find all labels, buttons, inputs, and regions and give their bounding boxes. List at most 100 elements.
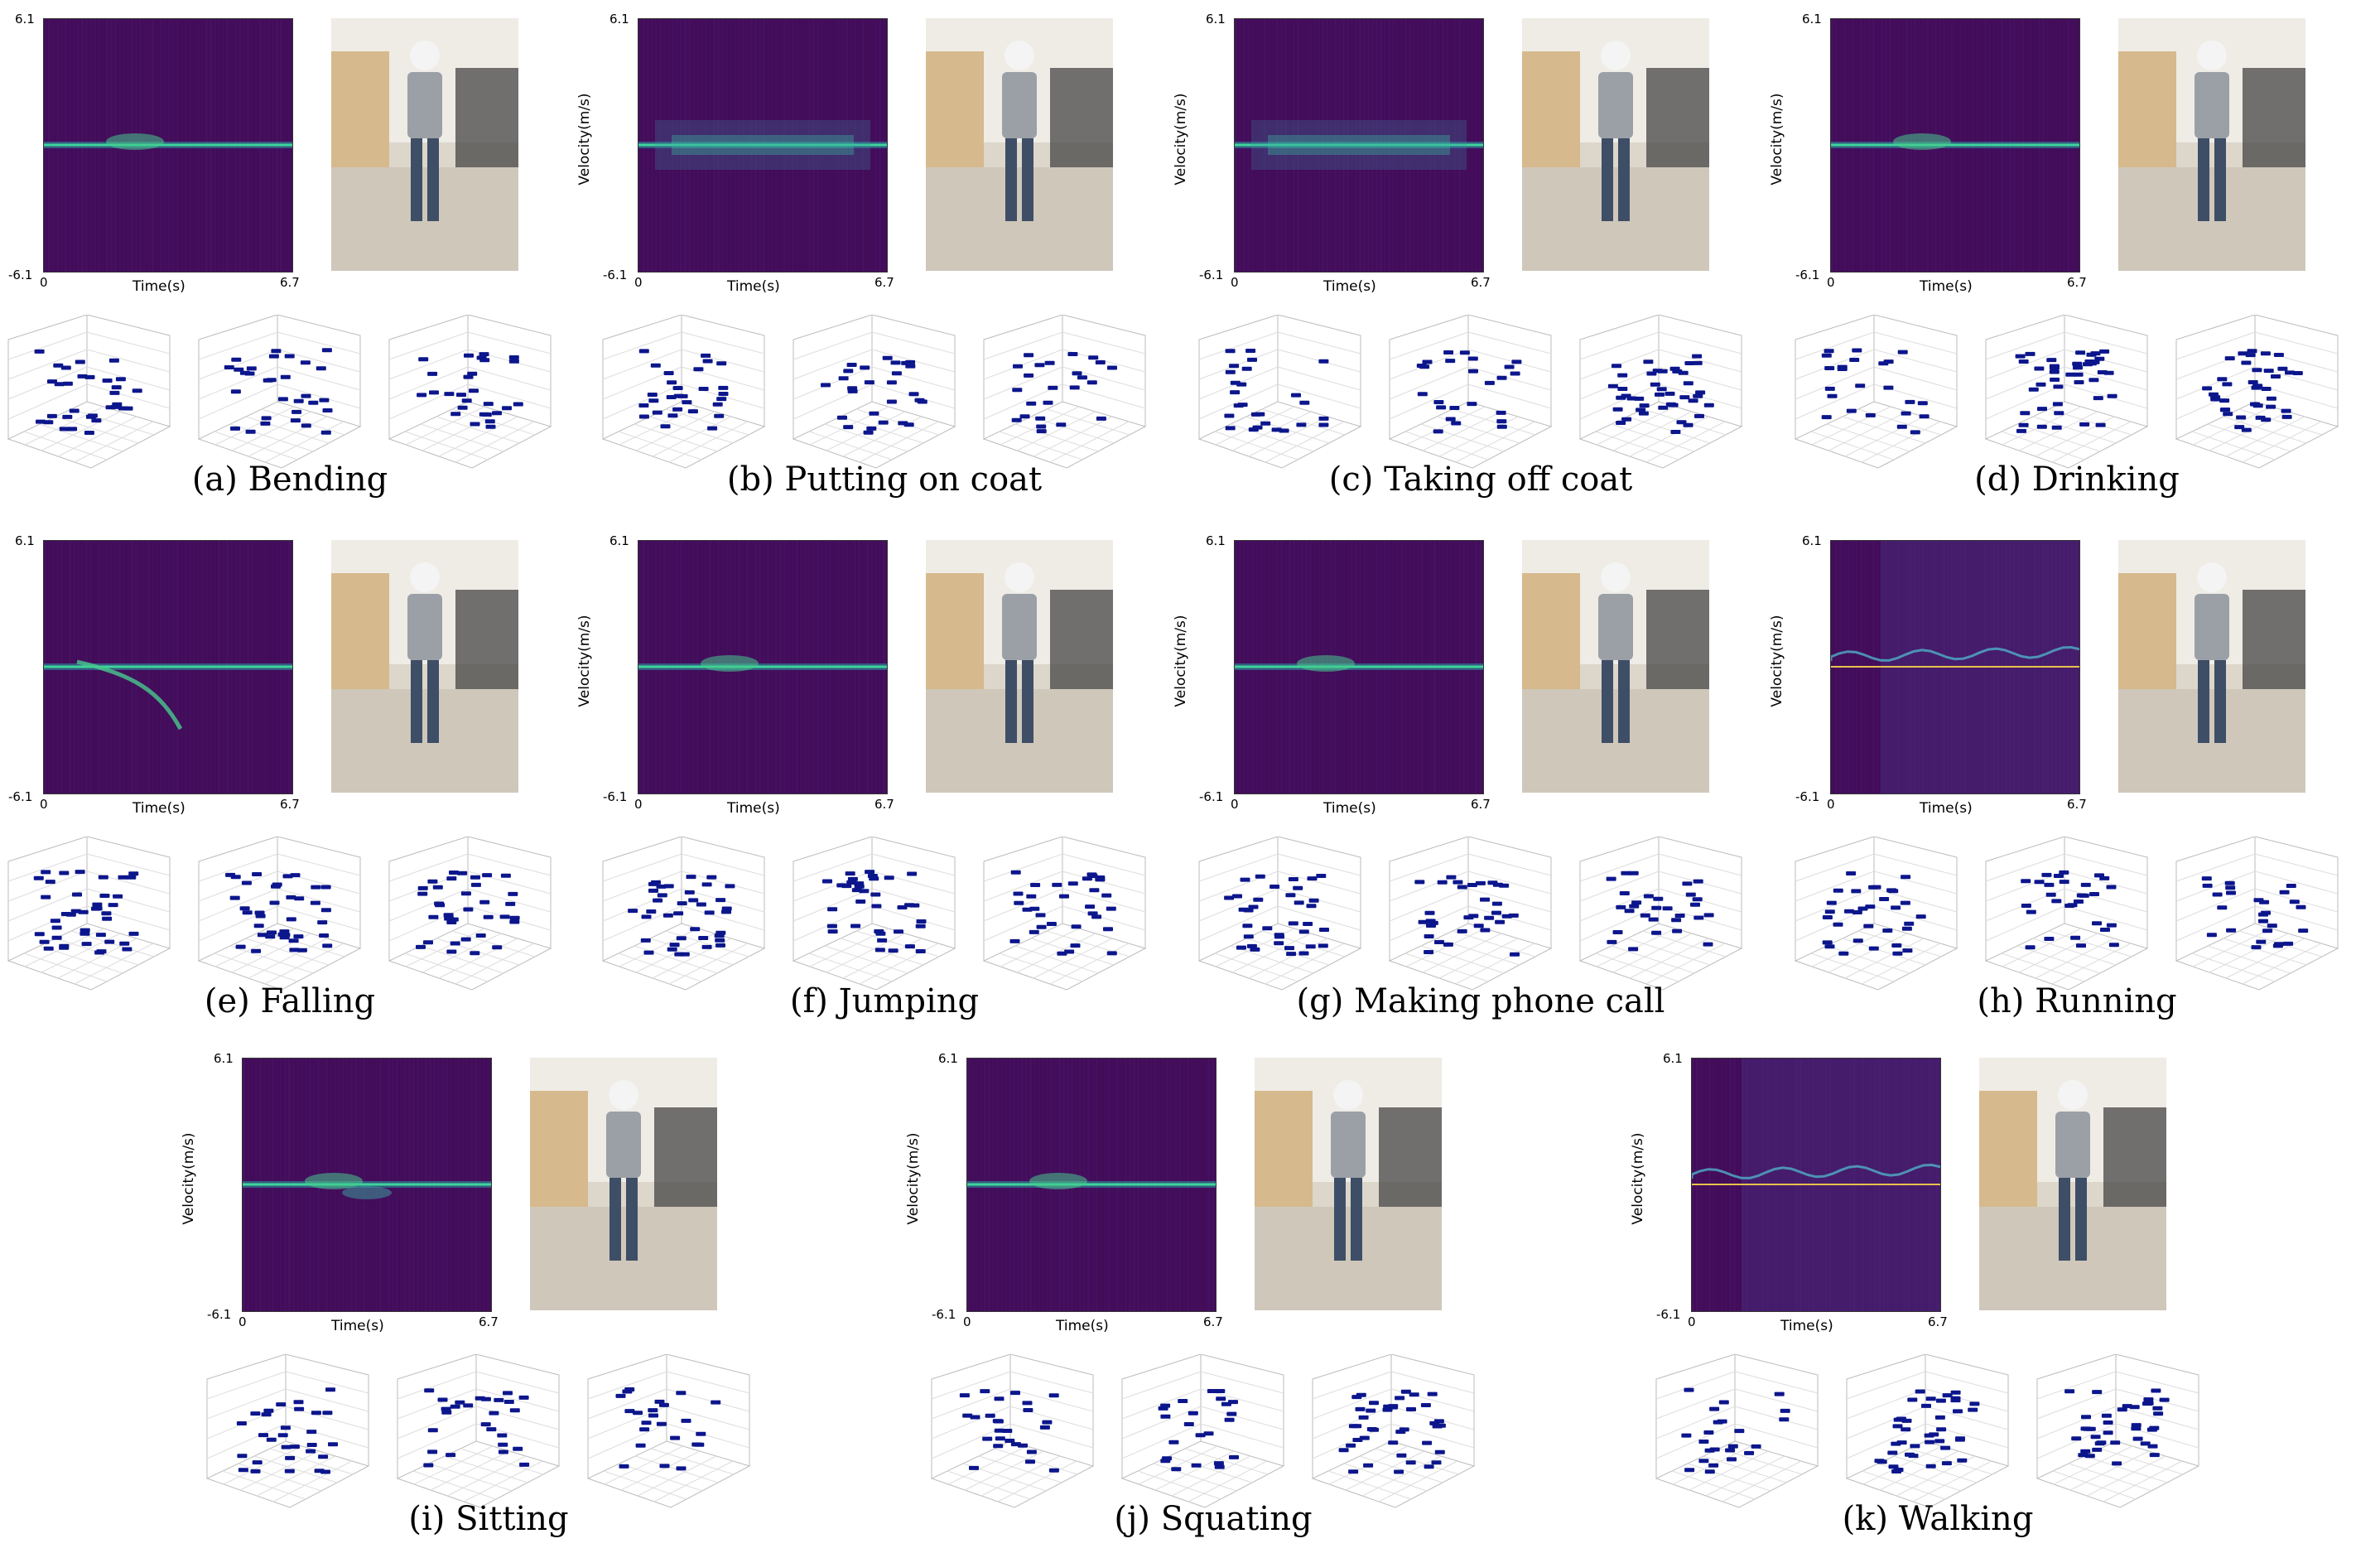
subfigure-caption: (i) Sitting bbox=[408, 1500, 569, 1538]
x-tick-start: 0 bbox=[1827, 797, 1835, 812]
point-cloud-3d bbox=[976, 315, 1149, 485]
subfigure-panel: Velocity(m/s) 6.1 -6.1 0 6.7 Time(s) (k) Walki… bbox=[1630, 1048, 2228, 1553]
subfigure-caption: (k) Walking bbox=[1842, 1500, 2034, 1538]
y-axis-label: Velocity(m/s) bbox=[1173, 93, 1189, 186]
point-cloud-3d bbox=[2168, 837, 2342, 1006]
x-tick-end: 6.7 bbox=[1928, 1314, 1948, 1329]
point-cloud-3d bbox=[1838, 1354, 2012, 1524]
y-axis-label: Velocity(m/s) bbox=[1173, 615, 1189, 707]
activity-photo bbox=[2118, 18, 2305, 271]
activity-photo bbox=[1522, 540, 1709, 793]
point-cloud-3d bbox=[2168, 315, 2342, 485]
x-tick-end: 6.7 bbox=[1471, 797, 1491, 812]
y-tick-bottom: -6.1 bbox=[1199, 268, 1224, 282]
subfigure-caption: (h) Running bbox=[1977, 982, 2177, 1020]
subfigure-panel: Velocity(m/s) 6.1 -6.1 0 6.7 Time(s) (b) Putti… bbox=[576, 8, 1174, 514]
doppler-spectrogram bbox=[43, 540, 293, 794]
y-tick-top: 6.1 bbox=[938, 1051, 958, 1066]
point-cloud-3d bbox=[381, 837, 555, 1006]
point-cloud-3d bbox=[1787, 837, 1961, 1006]
point-cloud-3d bbox=[190, 315, 364, 485]
x-axis-label: Time(s) bbox=[1920, 800, 1973, 817]
x-tick-start: 0 bbox=[1231, 797, 1239, 812]
point-cloud-3d bbox=[976, 837, 1149, 1006]
point-cloud-3d bbox=[1572, 315, 1746, 485]
point-cloud-3d bbox=[199, 1354, 373, 1524]
subfigure-panel: Velocity(m/s) 6.1 -6.1 0 6.7 Time(s) (g) Makin… bbox=[1173, 530, 1771, 1035]
subfigure-caption: (c) Taking off coat bbox=[1328, 461, 1633, 499]
y-tick-bottom: -6.1 bbox=[207, 1307, 232, 1322]
subfigure-panel: Velocity(m/s)6.1-6.106.7Time(s)(a) Bendi… bbox=[0, 8, 580, 514]
x-tick-start: 0 bbox=[1827, 275, 1835, 290]
x-tick-end: 6.7 bbox=[2067, 797, 2087, 812]
point-cloud-3d bbox=[190, 837, 364, 1006]
x-axis-label: Time(s) bbox=[727, 800, 780, 817]
activity-photo bbox=[926, 540, 1113, 793]
y-tick-top: 6.1 bbox=[609, 533, 629, 548]
point-cloud-3d bbox=[389, 1354, 563, 1524]
doppler-spectrogram bbox=[242, 1058, 492, 1312]
x-axis-label: Time(s) bbox=[331, 1318, 384, 1334]
point-cloud-3d bbox=[1978, 315, 2151, 485]
y-tick-bottom: -6.1 bbox=[1656, 1307, 1681, 1322]
point-cloud-3d bbox=[0, 315, 174, 485]
subfigure-caption: (f) Jumping bbox=[789, 982, 980, 1020]
y-tick-top: 6.1 bbox=[1663, 1051, 1683, 1066]
doppler-spectrogram bbox=[638, 540, 888, 794]
subfigure-caption: (b) Putting on coat bbox=[726, 461, 1043, 499]
x-tick-start: 0 bbox=[40, 275, 48, 290]
activity-photo bbox=[331, 18, 518, 271]
activity-photo bbox=[1979, 1058, 2166, 1310]
y-tick-top: 6.1 bbox=[1206, 533, 1226, 548]
doppler-spectrogram bbox=[638, 18, 888, 272]
point-cloud-3d bbox=[1572, 837, 1746, 1006]
y-tick-bottom: -6.1 bbox=[1795, 268, 1820, 282]
x-axis-label: Time(s) bbox=[132, 800, 185, 817]
doppler-spectrogram bbox=[43, 18, 293, 272]
point-cloud-3d bbox=[381, 315, 555, 485]
y-tick-top: 6.1 bbox=[15, 533, 35, 548]
x-tick-end: 6.7 bbox=[874, 797, 894, 812]
subfigure-caption: (e) Falling bbox=[204, 982, 376, 1020]
y-tick-top: 6.1 bbox=[1206, 12, 1226, 27]
subfigure-panel: Velocity(m/s) 6.1 -6.1 0 6.7 Time(s) (j) Squat… bbox=[905, 1048, 1503, 1553]
y-tick-bottom: -6.1 bbox=[932, 1307, 956, 1322]
activity-photo bbox=[2118, 540, 2305, 793]
subfigure-caption: (g) Making phone call bbox=[1296, 982, 1665, 1020]
x-tick-end: 6.7 bbox=[280, 275, 300, 290]
y-tick-bottom: -6.1 bbox=[1199, 789, 1224, 804]
y-axis-label: Velocity(m/s) bbox=[181, 1132, 197, 1225]
x-tick-start: 0 bbox=[1231, 275, 1239, 290]
y-tick-top: 6.1 bbox=[214, 1051, 234, 1066]
x-axis-label: Time(s) bbox=[1920, 278, 1973, 295]
y-tick-bottom: -6.1 bbox=[8, 268, 33, 282]
subfigure-panel: Velocity(m/s) 6.1 -6.1 0 6.7 Time(s) (f) Jumpi… bbox=[576, 530, 1174, 1035]
subfigure-caption: (d) Drinking bbox=[1974, 461, 2180, 499]
x-tick-start: 0 bbox=[238, 1314, 247, 1329]
x-tick-end: 6.7 bbox=[1203, 1314, 1223, 1329]
point-cloud-3d bbox=[0, 837, 174, 1006]
doppler-spectrogram bbox=[1234, 540, 1484, 794]
x-tick-end: 6.7 bbox=[2067, 275, 2087, 290]
point-cloud-3d bbox=[595, 315, 768, 485]
point-cloud-3d bbox=[1191, 315, 1365, 485]
point-cloud-3d bbox=[1978, 837, 2151, 1006]
x-axis-label: Time(s) bbox=[727, 278, 780, 295]
point-cloud-3d bbox=[923, 1354, 1097, 1524]
y-axis-label: Velocity(m/s) bbox=[1630, 1132, 1646, 1225]
y-tick-top: 6.1 bbox=[1802, 12, 1822, 27]
y-axis-label: Velocity(m/s) bbox=[905, 1132, 922, 1225]
y-tick-top: 6.1 bbox=[15, 12, 35, 27]
x-axis-label: Time(s) bbox=[1323, 278, 1376, 295]
x-tick-end: 6.7 bbox=[479, 1314, 499, 1329]
point-cloud-3d bbox=[1381, 837, 1555, 1006]
y-tick-bottom: -6.1 bbox=[603, 789, 628, 804]
x-axis-label: Time(s) bbox=[1056, 1318, 1109, 1334]
x-axis-label: Time(s) bbox=[1780, 1318, 1833, 1334]
point-cloud-3d bbox=[785, 315, 959, 485]
subfigure-panel: Velocity(m/s) 6.1 -6.1 0 6.7 Time(s) (d) Drink… bbox=[1769, 8, 2367, 514]
point-cloud-3d bbox=[1191, 837, 1365, 1006]
point-cloud-3d bbox=[1381, 315, 1555, 485]
point-cloud-3d bbox=[595, 837, 768, 1006]
y-tick-top: 6.1 bbox=[609, 12, 629, 27]
